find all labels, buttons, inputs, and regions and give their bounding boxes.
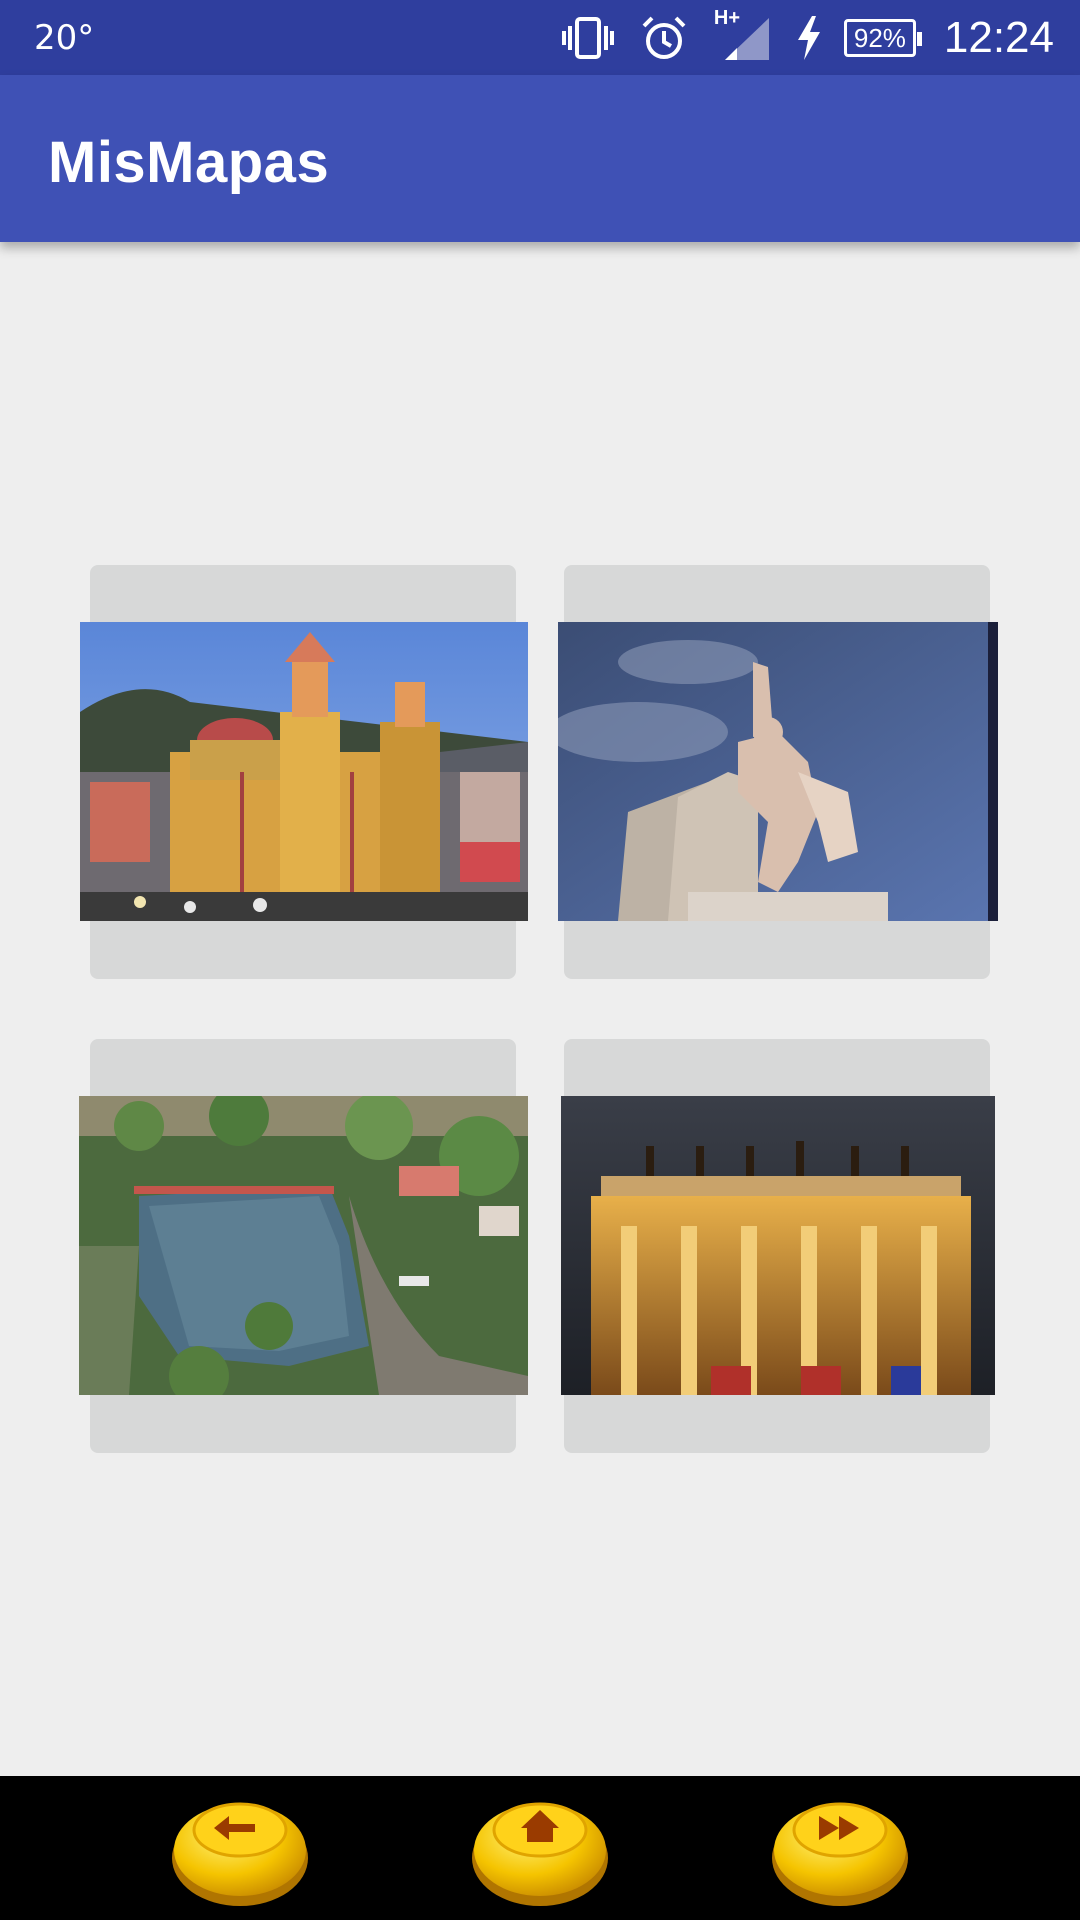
network-type-label: H+ [713,7,741,29]
forward-button[interactable] [769,1790,911,1910]
arrow-left-icon [172,1802,308,1906]
app-title: MisMapas [48,130,330,195]
temperature-indicator: 20° [34,18,95,58]
signal-icon: H+ [712,7,774,63]
theater-photo[interactable] [561,1096,995,1395]
battery-percent: 92% [853,22,906,53]
app-bar: MisMapas [0,75,1080,242]
status-bar: 20° H+ 92% 12:24 [0,0,1080,75]
vibrate-icon [560,13,616,63]
basilica-photo[interactable] [80,622,528,921]
bottom-navigation [0,1776,1080,1920]
charging-icon [794,13,824,63]
clock: 12:24 [943,13,1054,62]
home-icon [472,1802,608,1906]
status-icons: H+ 92% 12:24 [560,7,1054,68]
home-button[interactable] [469,1790,611,1910]
battery-icon: 92% [843,19,922,57]
back-button[interactable] [169,1790,311,1910]
lake-photo[interactable] [79,1096,528,1395]
alarm-icon [636,13,692,63]
statue-photo[interactable] [558,622,998,921]
fast-forward-icon [772,1802,908,1906]
